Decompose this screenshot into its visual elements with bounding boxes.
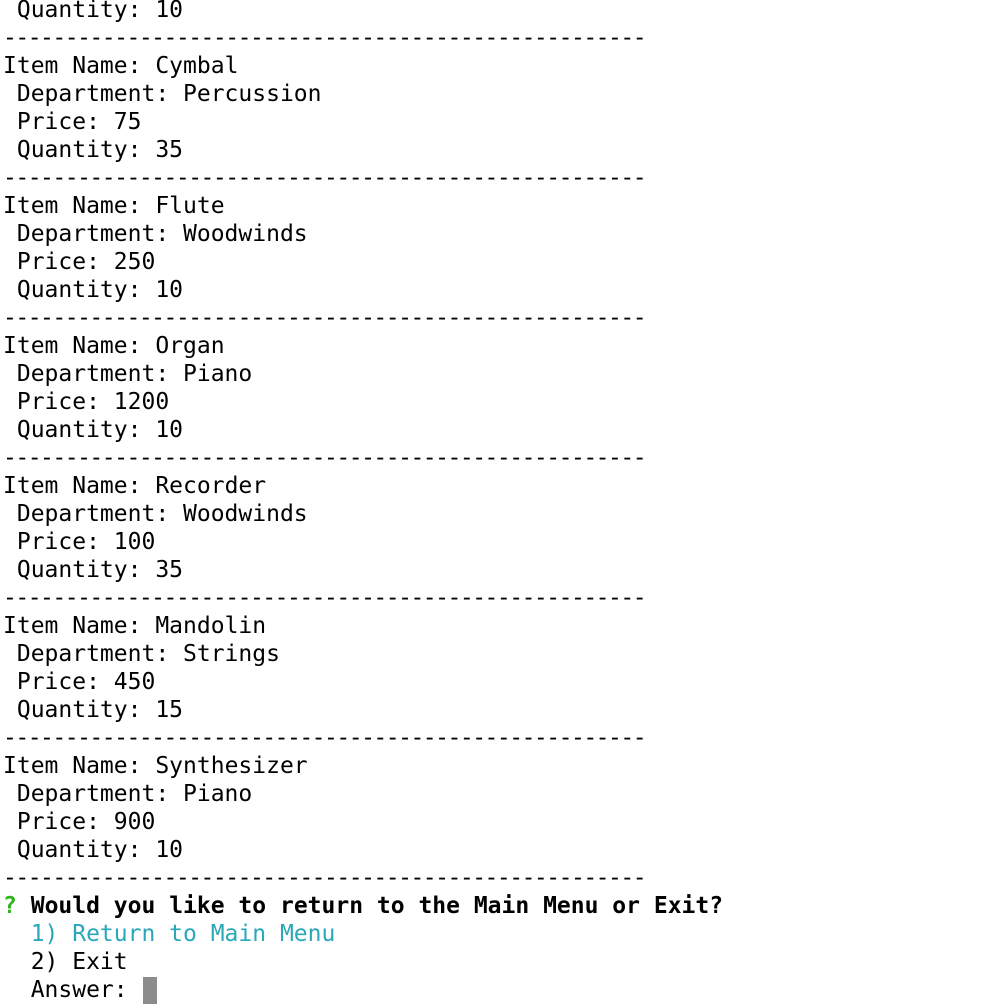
price-value: 75 — [113, 109, 142, 135]
item-name-line: Item Name: Mandolin — [3, 612, 993, 640]
department-value: Woodwinds — [183, 501, 308, 527]
price-label: Price: — [3, 669, 114, 695]
quantity-line: Quantity: 10 — [3, 276, 993, 304]
separator-line: ----------------------------------------… — [3, 725, 647, 751]
department-label: Department: — [3, 781, 184, 807]
price-value: 900 — [113, 809, 156, 835]
item-name-value: Flute — [155, 193, 225, 219]
department-label: Department: — [3, 81, 184, 107]
quantity-line: Quantity: 10 — [3, 836, 993, 864]
quantity-line: Quantity: 35 — [3, 136, 993, 164]
department-value: Piano — [183, 781, 253, 807]
item-record: Item Name: Mandolin Department: Strings … — [3, 612, 993, 752]
item-record: Item Name: Recorder Department: Woodwind… — [3, 472, 993, 612]
separator-line: ----------------------------------------… — [3, 305, 647, 331]
choice-exit[interactable]: 2) Exit — [3, 948, 993, 976]
quantity-value: 35 — [155, 557, 184, 583]
price-label: Price: — [3, 389, 114, 415]
item-name-label: Item Name: — [3, 53, 156, 79]
quantity-value: 10 — [155, 277, 184, 303]
item-record: Item Name: Synthesizer Department: Piano… — [3, 752, 993, 892]
separator-line: ----------------------------------------… — [3, 445, 647, 471]
price-line: Price: 450 — [3, 668, 993, 696]
price-line: Price: 250 — [3, 248, 993, 276]
item-name-label: Item Name: — [3, 613, 156, 639]
department-line: Department: Piano — [3, 780, 993, 808]
department-label: Department: — [3, 361, 184, 387]
separator-line: ----------------------------------------… — [3, 165, 647, 191]
quantity-line: Quantity: 10 — [3, 0, 184, 23]
text-cursor[interactable] — [143, 977, 158, 1004]
separator-line: ----------------------------------------… — [3, 25, 647, 51]
item-name-line: Item Name: Flute — [3, 192, 993, 220]
department-value: Woodwinds — [183, 221, 308, 247]
price-label: Price: — [3, 809, 114, 835]
price-label: Price: — [3, 249, 114, 275]
price-line: Price: 100 — [3, 528, 993, 556]
quantity-value: 15 — [155, 697, 184, 723]
department-line: Department: Woodwinds — [3, 220, 993, 248]
item-record: Item Name: Organ Department: Piano Price… — [3, 332, 993, 472]
quantity-value: 35 — [155, 137, 184, 163]
answer-label: Answer: — [3, 977, 142, 1003]
item-record: Item Name: Cymbal Department: Percussion… — [3, 52, 993, 192]
item-name-value: Recorder — [155, 473, 267, 499]
item-name-label: Item Name: — [3, 753, 156, 779]
quantity-label: Quantity: — [3, 837, 156, 863]
item-name-value: Organ — [155, 333, 225, 359]
separator-line: ----------------------------------------… — [3, 865, 647, 891]
price-value: 450 — [113, 669, 156, 695]
quantity-value: 10 — [155, 417, 184, 443]
item-record: Item Name: Flute Department: Woodwinds P… — [3, 192, 993, 332]
item-name-value: Synthesizer — [155, 753, 308, 779]
price-line: Price: 900 — [3, 808, 993, 836]
quantity-label: Quantity: — [3, 137, 156, 163]
terminal-output: Quantity: 10 ---------------------------… — [3, 0, 993, 1004]
price-label: Price: — [3, 109, 114, 135]
item-name-line: Item Name: Organ — [3, 332, 993, 360]
department-line: Department: Woodwinds — [3, 500, 993, 528]
department-label: Department: — [3, 221, 184, 247]
department-line: Department: Percussion — [3, 80, 993, 108]
item-name-value: Mandolin — [155, 613, 267, 639]
department-value: Piano — [183, 361, 253, 387]
item-name-value: Cymbal — [155, 53, 239, 79]
department-line: Department: Strings — [3, 640, 993, 668]
quantity-label: Quantity: — [3, 277, 156, 303]
prompt-question: Would you like to return to the Main Men… — [30, 893, 724, 919]
item-name-line: Item Name: Recorder — [3, 472, 993, 500]
price-value: 250 — [113, 249, 156, 275]
price-line: Price: 1200 — [3, 388, 993, 416]
item-name-label: Item Name: — [3, 333, 156, 359]
item-name-line: Item Name: Synthesizer — [3, 752, 993, 780]
quantity-label: Quantity: — [3, 697, 156, 723]
menu-prompt: ? Would you like to return to the Main M… — [3, 892, 993, 920]
item-name-label: Item Name: — [3, 193, 156, 219]
quantity-label: Quantity: — [3, 417, 156, 443]
item-name-line: Item Name: Cymbal — [3, 52, 993, 80]
department-label: Department: — [3, 501, 184, 527]
quantity-line: Quantity: 15 — [3, 696, 993, 724]
quantity-label: Quantity: — [3, 557, 156, 583]
quantity-line: Quantity: 10 — [3, 416, 993, 444]
department-label: Department: — [3, 641, 184, 667]
department-line: Department: Piano — [3, 360, 993, 388]
item-name-label: Item Name: — [3, 473, 156, 499]
department-value: Percussion — [183, 81, 322, 107]
choice-return-to-main-menu[interactable]: 1) Return to Main Menu — [3, 920, 993, 948]
price-value: 1200 — [113, 389, 170, 415]
quantity-line: Quantity: 35 — [3, 556, 993, 584]
separator-line: ----------------------------------------… — [3, 585, 647, 611]
quantity-value: 10 — [155, 837, 184, 863]
department-value: Strings — [183, 641, 280, 667]
question-mark-icon: ? — [3, 893, 17, 919]
price-line: Price: 75 — [3, 108, 993, 136]
price-label: Price: — [3, 529, 114, 555]
answer-line[interactable]: Answer: — [3, 976, 993, 1004]
price-value: 100 — [113, 529, 156, 555]
